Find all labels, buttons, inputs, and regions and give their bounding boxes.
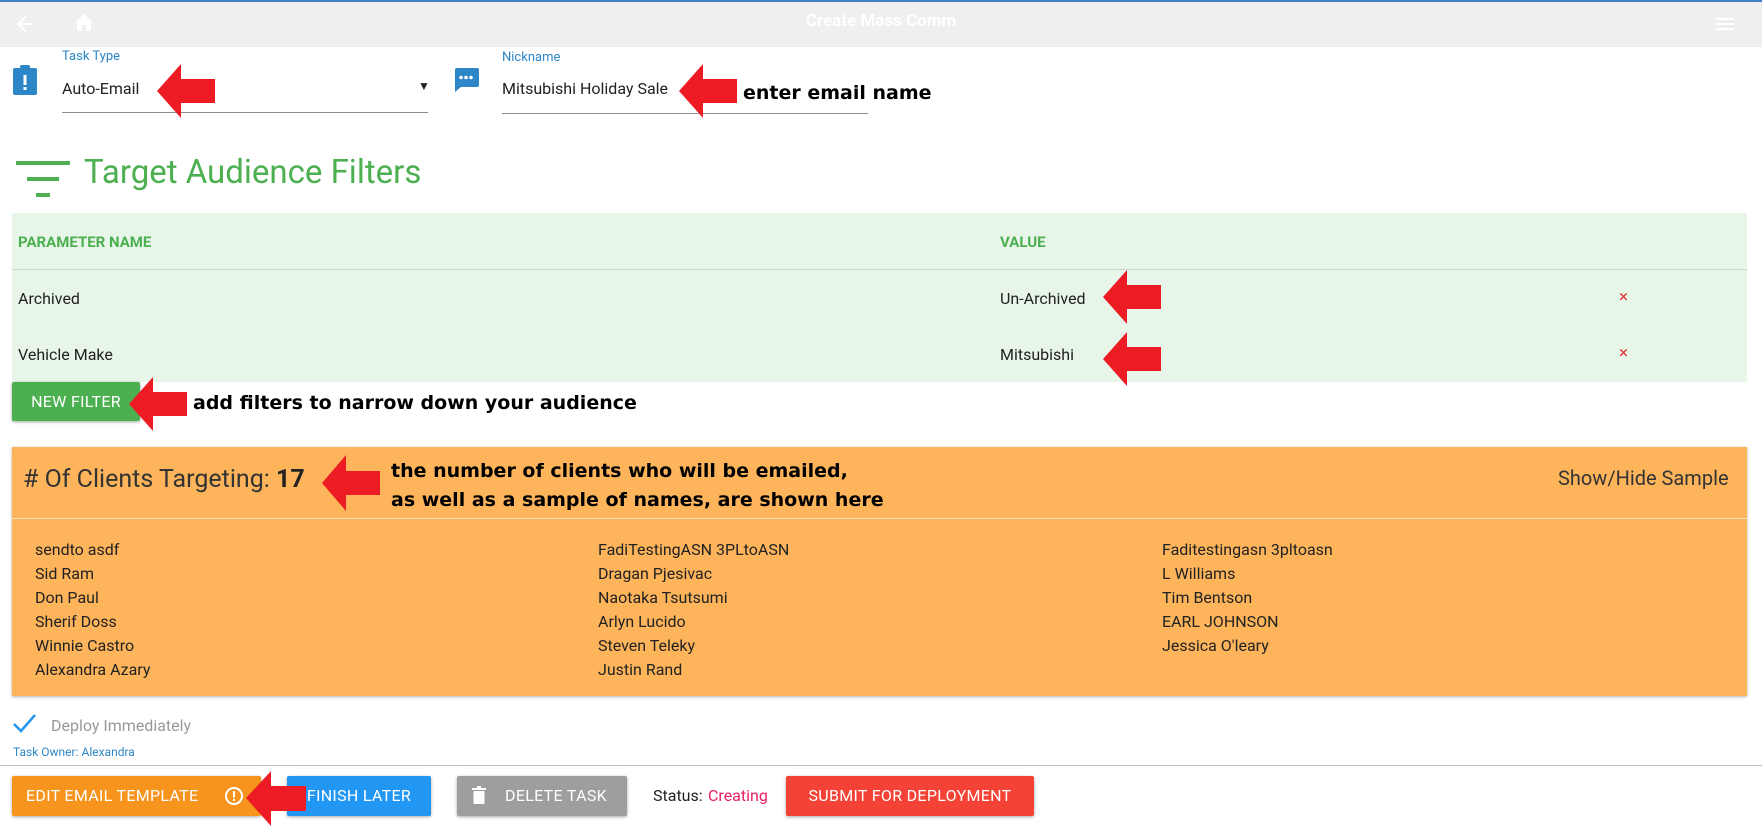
close-icon[interactable]: × — [1619, 343, 1628, 363]
clients-column-1: sendto asdf Sid Ram Don Paul Sherif Doss… — [35, 538, 150, 682]
task-owner: Task Owner: Alexandra — [13, 745, 135, 759]
filter-row-2-value: Mitsubishi — [1000, 345, 1075, 364]
chat-bubble-icon — [455, 68, 479, 92]
list-item: Sherif Doss — [35, 612, 117, 631]
annotation-arrow-icon — [1103, 332, 1161, 386]
annotation-arrow-icon — [246, 771, 306, 826]
show-hide-sample-toggle[interactable]: Show/Hide Sample — [1558, 466, 1729, 490]
filter-icon — [16, 161, 70, 197]
clients-label: # Of Clients Targeting: — [23, 465, 270, 494]
list-item: Dragan Pjesivac — [598, 564, 713, 583]
annotation-filters: add filters to narrow down your audience — [193, 392, 637, 414]
list-item: Naotaka Tsutsumi — [598, 588, 728, 607]
task-type-underline — [62, 112, 428, 113]
clients-column-3: Faditestingasn 3pltoasn L Williams Tim B… — [1162, 538, 1333, 658]
list-item: Faditestingasn 3pltoasn — [1162, 540, 1333, 559]
clients-count-label: # Of Clients Targeting: 17 — [23, 465, 305, 494]
menu-icon[interactable] — [1713, 12, 1737, 36]
list-item: Tim Bentson — [1162, 588, 1253, 607]
annotation-clients-line-1: the number of clients who will be emaile… — [391, 460, 848, 482]
filter-row-1-name: Archived — [18, 289, 80, 308]
filter-row-2-name: Vehicle Make — [18, 345, 113, 364]
list-item: EARL JOHNSON — [1162, 612, 1279, 631]
list-item: L Williams — [1162, 564, 1236, 583]
list-item: Sid Ram — [35, 564, 94, 583]
submit-for-deployment-button[interactable]: SUBMIT FOR DEPLOYMENT — [786, 776, 1034, 816]
list-item: FadiTestingASN 3PLtoASN — [598, 540, 790, 559]
new-filter-button[interactable]: NEW FILTER — [12, 382, 140, 421]
annotation-clients-line-2: as well as a sample of names, are shown … — [391, 489, 884, 511]
task-type-label: Task Type — [62, 49, 121, 64]
edit-email-template-label: EDIT EMAIL TEMPLATE — [26, 786, 199, 805]
nickname-label: Nickname — [502, 50, 561, 65]
page-title: Create Mass Comm — [805, 11, 957, 31]
filters-table — [12, 213, 1747, 382]
annotation-arrow-icon — [679, 64, 737, 118]
list-item: Steven Teleky — [598, 636, 696, 655]
alert-circle-icon — [225, 787, 243, 805]
list-item: sendto asdf — [35, 540, 120, 559]
task-type-value[interactable]: Auto-Email — [62, 79, 139, 98]
deploy-immediately-label[interactable]: Deploy Immediately — [51, 716, 191, 735]
annotation-arrow-icon — [322, 455, 380, 511]
filters-title: Target Audience Filters — [84, 153, 422, 192]
status-badge: Creating — [708, 786, 768, 805]
list-item: Justin Rand — [598, 660, 683, 679]
check-icon[interactable] — [12, 713, 37, 734]
column-header-value: VALUE — [1000, 233, 1046, 251]
close-icon[interactable]: × — [1619, 287, 1628, 307]
list-item: Alexandra Azary — [35, 660, 151, 679]
panel-divider — [12, 518, 1747, 519]
filter-row-1-value: Un-Archived — [1000, 289, 1086, 308]
column-header-parameter: PARAMETER NAME — [18, 233, 152, 251]
annotation-arrow-icon — [157, 64, 215, 118]
dropdown-arrow-icon[interactable]: ▼ — [418, 79, 430, 93]
status-label: Status: — [653, 786, 703, 805]
annotation-email-name: enter email name — [743, 82, 932, 104]
clients-column-2: FadiTestingASN 3PLtoASN Dragan Pjesivac … — [598, 538, 789, 682]
bottom-divider — [0, 765, 1762, 766]
header-divider — [12, 269, 1747, 270]
clipboard-alert-icon — [13, 65, 37, 95]
list-item: Arlyn Lucido — [598, 612, 686, 631]
trash-icon — [472, 786, 486, 804]
annotation-arrow-icon — [1103, 270, 1161, 324]
top-app-bar: Create Mass Comm — [0, 0, 1762, 47]
delete-task-label: DELETE TASK — [505, 786, 607, 805]
list-item: Jessica O'leary — [1162, 636, 1269, 655]
nickname-input[interactable]: Mitsubishi Holiday Sale — [502, 79, 668, 98]
annotation-arrow-icon — [129, 377, 187, 431]
finish-later-button[interactable]: FINISH LATER — [287, 776, 431, 816]
list-item: Don Paul — [35, 588, 99, 607]
clients-count: 17 — [276, 465, 305, 494]
list-item: Winnie Castro — [35, 636, 135, 655]
